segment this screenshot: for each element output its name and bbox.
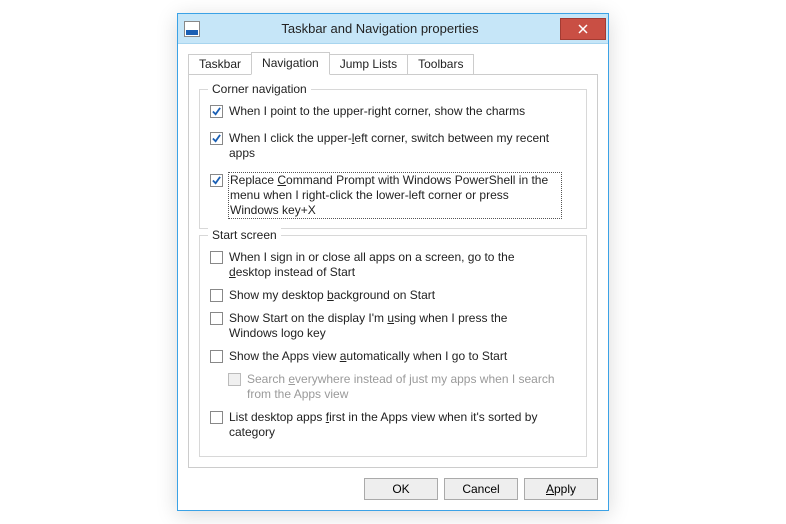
close-button[interactable] xyxy=(560,18,606,40)
checkbox[interactable] xyxy=(210,312,223,325)
client-area: Taskbar Navigation Jump Lists Toolbars C… xyxy=(178,44,608,510)
checkbox[interactable] xyxy=(210,411,223,424)
checkbox[interactable] xyxy=(210,105,223,118)
close-icon xyxy=(578,24,588,34)
checkbox[interactable] xyxy=(210,289,223,302)
properties-dialog: Taskbar and Navigation properties Taskba… xyxy=(177,13,609,511)
checkbox-label: Show my desktop background on Start xyxy=(229,288,435,303)
tab-strip: Taskbar Navigation Jump Lists Toolbars xyxy=(188,52,598,75)
checkbox-label: List desktop apps first in the Apps view… xyxy=(229,410,559,440)
checkbox[interactable] xyxy=(210,132,223,145)
checkbox-label: When I point to the upper-right corner, … xyxy=(229,104,525,119)
checkbox-label: Replace Command Prompt with Windows Powe… xyxy=(230,173,560,218)
window-icon xyxy=(184,21,200,37)
tab-panel-navigation: Corner navigation When I point to the up… xyxy=(188,75,598,468)
tab-taskbar[interactable]: Taskbar xyxy=(188,54,252,74)
apply-button[interactable]: Apply xyxy=(524,478,598,500)
option-apps-view-auto[interactable]: Show the Apps view automatically when I … xyxy=(210,349,576,364)
checkbox-label: When I click the upper-left corner, swit… xyxy=(229,131,559,161)
option-signin-go-desktop[interactable]: When I sign in or close all apps on a sc… xyxy=(210,250,576,280)
checkbox-label: Show the Apps view automatically when I … xyxy=(229,349,507,364)
checkbox-label: Show Start on the display I'm using when… xyxy=(229,311,559,341)
tab-toolbars[interactable]: Toolbars xyxy=(407,54,474,74)
option-search-everywhere: Search everywhere instead of just my app… xyxy=(228,372,576,402)
option-upper-left-recent-apps[interactable]: When I click the upper-left corner, swit… xyxy=(210,131,576,161)
group-corner-navigation: Corner navigation When I point to the up… xyxy=(199,89,587,229)
group-title-start: Start screen xyxy=(208,228,281,242)
checkbox[interactable] xyxy=(210,251,223,264)
option-show-start-display[interactable]: Show Start on the display I'm using when… xyxy=(210,311,576,341)
tab-jump-lists[interactable]: Jump Lists xyxy=(329,54,408,74)
option-list-desktop-apps-first[interactable]: List desktop apps first in the Apps view… xyxy=(210,410,576,440)
group-title-corner: Corner navigation xyxy=(208,82,311,96)
checkbox[interactable] xyxy=(210,350,223,363)
tab-navigation[interactable]: Navigation xyxy=(251,52,330,75)
group-start-screen: Start screen When I sign in or close all… xyxy=(199,235,587,457)
checkbox xyxy=(228,373,241,386)
option-replace-cmd-powershell[interactable]: Replace Command Prompt with Windows Powe… xyxy=(210,173,576,218)
checkbox-label: When I sign in or close all apps on a sc… xyxy=(229,250,559,280)
ok-button[interactable]: OK xyxy=(364,478,438,500)
window-title: Taskbar and Navigation properties xyxy=(200,21,560,36)
cancel-button[interactable]: Cancel xyxy=(444,478,518,500)
checkbox[interactable] xyxy=(210,174,223,187)
option-upper-right-charms[interactable]: When I point to the upper-right corner, … xyxy=(210,104,576,119)
titlebar[interactable]: Taskbar and Navigation properties xyxy=(178,14,608,44)
checkbox-label: Search everywhere instead of just my app… xyxy=(247,372,576,402)
dialog-buttons: OK Cancel Apply xyxy=(188,478,598,500)
option-desktop-background-start[interactable]: Show my desktop background on Start xyxy=(210,288,576,303)
